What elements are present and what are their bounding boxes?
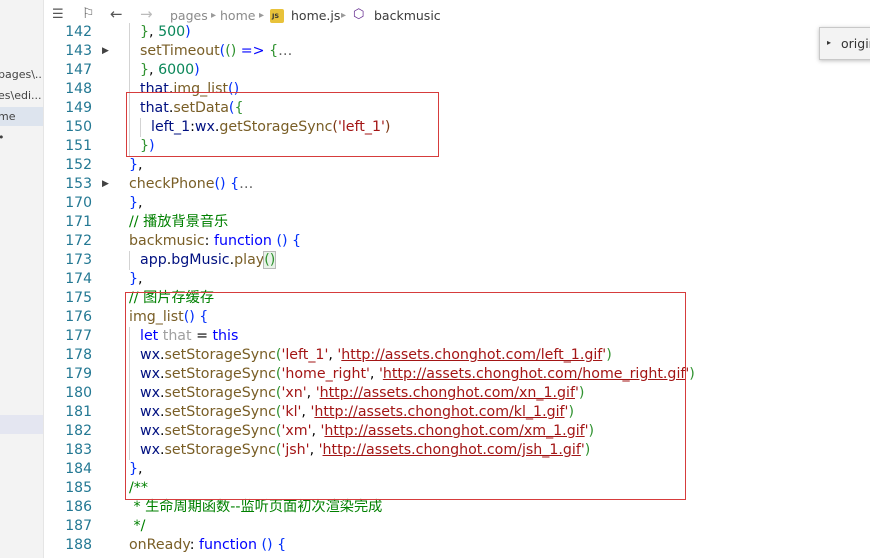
fold-expand-icon[interactable]: ▶ bbox=[102, 42, 109, 61]
explorer-item-highlight[interactable] bbox=[0, 415, 43, 434]
caret-right-icon: ▸ bbox=[827, 38, 832, 47]
code-line: 173 app.bgMusic.play() bbox=[65, 251, 277, 270]
code-line: 170 }, bbox=[65, 195, 143, 211]
explorer-item[interactable]: es\edi... bbox=[0, 86, 43, 105]
symbol-method-icon: ⬡ bbox=[353, 7, 365, 22]
explorer-item[interactable]: pages\... bbox=[0, 65, 43, 84]
list-icon[interactable]: ☰ bbox=[52, 7, 64, 22]
chevron-right-icon: ▸ bbox=[341, 10, 347, 21]
code-line: 143 ▶ setTimeout(() => {… bbox=[65, 42, 293, 61]
highlight-box-setdata bbox=[126, 92, 439, 157]
code-line: 153 ▶ checkPhone() {… bbox=[65, 175, 254, 194]
js-file-icon bbox=[270, 9, 284, 23]
code-line: 147 }, 6000) bbox=[65, 61, 200, 80]
bookmark-icon[interactable]: ⚐ bbox=[82, 6, 95, 22]
code-line: 171 // 播放背景音乐 bbox=[65, 214, 229, 230]
explorer-item[interactable]: • bbox=[0, 128, 43, 147]
code-line: 142 }, 500) bbox=[65, 23, 191, 42]
chevron-right-icon: ▸ bbox=[211, 10, 217, 21]
breadcrumb-file[interactable]: home.js bbox=[291, 8, 340, 23]
chevron-right-icon: ▸ bbox=[259, 10, 265, 21]
code-line: 152 }, bbox=[65, 157, 143, 173]
highlight-box-img-list bbox=[125, 292, 686, 500]
code-line: 188 onReady: function () { bbox=[65, 537, 287, 553]
back-arrow-icon[interactable]: ← bbox=[110, 5, 123, 23]
code-line: 187 */ bbox=[65, 518, 146, 534]
breadcrumb-home[interactable]: home bbox=[220, 8, 255, 23]
breadcrumb-pages[interactable]: pages bbox=[170, 8, 208, 23]
code-line: 186 * 生命周期函数--监听页面初次渲染完成 bbox=[65, 499, 383, 515]
breadcrumb-symbol[interactable]: backmusic bbox=[374, 8, 441, 23]
forward-arrow-icon[interactable]: → bbox=[140, 5, 153, 23]
hover-peek-widget[interactable]: ▸ origin bbox=[819, 27, 870, 60]
code-line: 174 }, bbox=[65, 271, 143, 287]
explorer-item-selected[interactable]: me bbox=[0, 107, 43, 126]
file-explorer-panel: pages\... es\edi... me • bbox=[0, 0, 44, 558]
code-line: 172 backmusic: function () { bbox=[65, 233, 302, 249]
fold-expand-icon[interactable]: ▶ bbox=[102, 175, 109, 194]
